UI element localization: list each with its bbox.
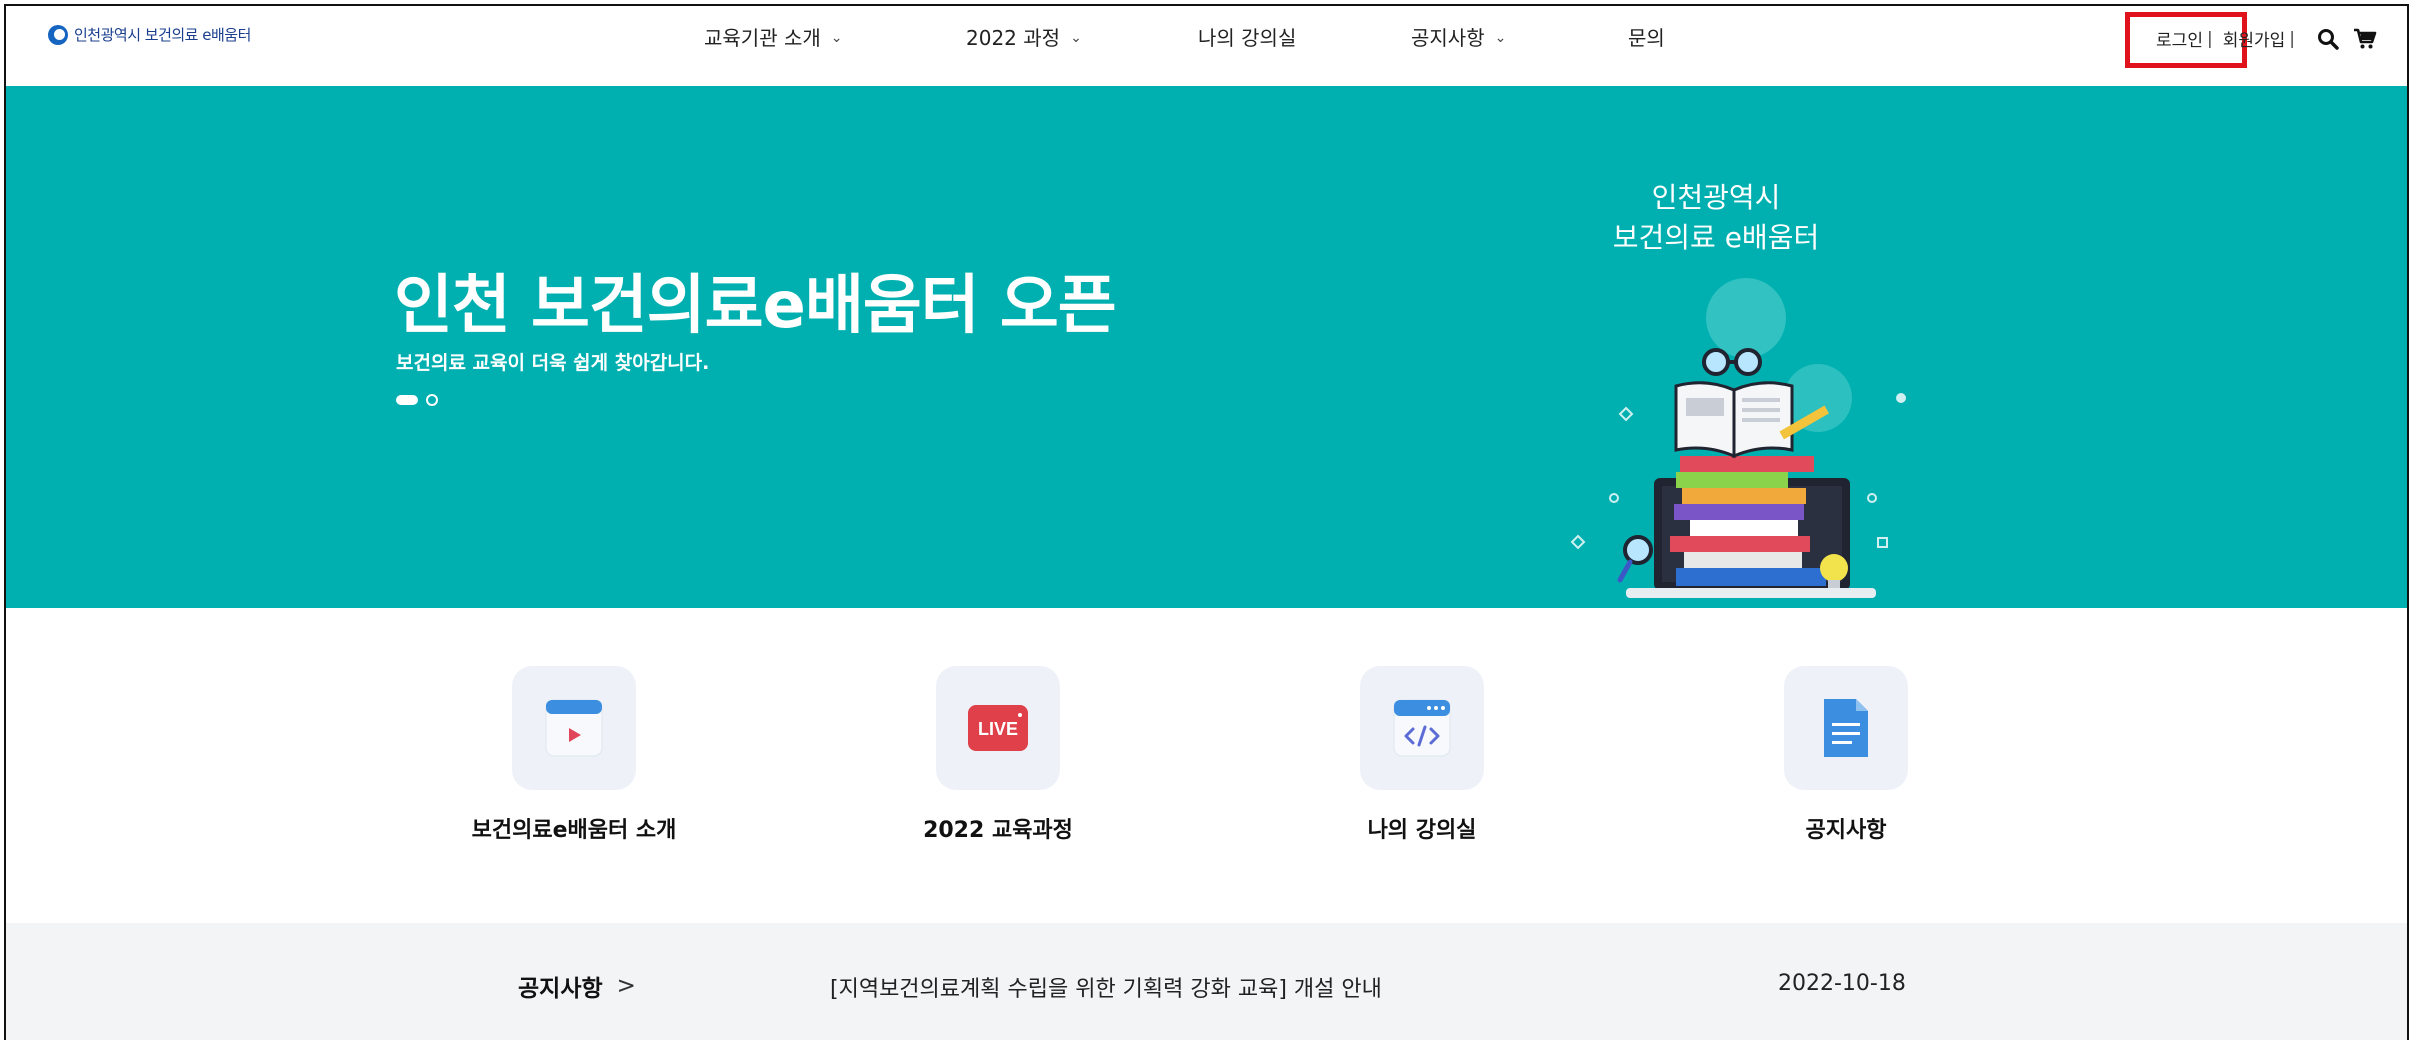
document-icon: [1784, 666, 1908, 790]
site-header: 인천광역시 보건의료 e배움터 교육기관 소개 ⌄ 2022 과정 ⌄ 나의 강…: [6, 6, 2407, 86]
nav-label: 교육기관 소개: [704, 26, 821, 50]
nav-item-notice[interactable]: 공지사항 ⌄: [1411, 22, 1506, 51]
search-icon[interactable]: [2317, 28, 2339, 50]
notice-latest-item[interactable]: [지역보건의료계획 수립을 위한 기획력 강화 교육] 개설 안내: [830, 971, 1382, 1003]
chevron-down-icon: ⌄: [1070, 29, 1082, 46]
slider-dot[interactable]: [426, 394, 438, 406]
chevron-down-icon: ⌄: [1494, 29, 1507, 46]
utility-menu: 로그인 | 회원가입 |: [2156, 26, 2377, 51]
quick-item-intro[interactable]: 보건의료e배움터 소개: [444, 666, 704, 844]
nav-item-courses[interactable]: 2022 과정 ⌄: [966, 22, 1082, 51]
nav-label: 공지사항: [1411, 26, 1485, 50]
books-laptop-illustration: [1570, 278, 1906, 598]
quick-item-label: 보건의료e배움터 소개: [471, 818, 677, 843]
video-play-icon: [512, 666, 636, 790]
code-window-icon: [1360, 666, 1484, 790]
hero-art-title: 인천광역시 보건의료 e배움터: [1606, 178, 1826, 258]
cart-icon[interactable]: [2353, 28, 2377, 50]
signup-link[interactable]: 회원가입: [2223, 26, 2286, 51]
hero-subtitle: 보건의료 교육이 더욱 쉽게 찾아갑니다.: [396, 352, 710, 374]
chevron-down-icon: ⌄: [830, 29, 843, 46]
nav-item-inquiry[interactable]: 문의: [1628, 22, 1665, 51]
separator: |: [2206, 28, 2213, 49]
notice-bar: 공지사항 > [지역보건의료계획 수립을 위한 기획력 강화 교육] 개설 안내…: [6, 923, 2407, 1040]
main-nav: 교육기관 소개 ⌄ 2022 과정 ⌄ 나의 강의실 공지사항 ⌄ 문의: [6, 22, 2407, 52]
separator: |: [2289, 28, 2295, 49]
quick-item-my-classroom[interactable]: 나의 강의실: [1292, 666, 1552, 844]
nav-label: 2022 과정: [966, 26, 1061, 50]
live-icon: LIVE: [936, 666, 1060, 790]
hero-art-title-line1: 인천광역시: [1651, 181, 1781, 214]
quick-item-label: 공지사항: [1805, 818, 1887, 843]
login-link[interactable]: 로그인: [2156, 26, 2203, 51]
nav-item-institution[interactable]: 교육기관 소개 ⌄: [704, 22, 843, 51]
notice-date: 2022-10-18: [1778, 971, 1906, 996]
notice-title: 공지사항: [518, 976, 603, 1002]
hero-banner: 인천 보건의료e배움터 오픈 보건의료 교육이 더욱 쉽게 찾아갑니다. 인천광…: [6, 86, 2407, 608]
quick-menu: 보건의료e배움터 소개 LIVE 2022 교육과정 나의 강의실 공지사항: [6, 666, 2407, 856]
quick-item-label: 2022 교육과정: [923, 818, 1073, 843]
quick-item-label: 나의 강의실: [1367, 818, 1477, 843]
live-icon-text: LIVE: [978, 719, 1018, 739]
browser-frame: 인천광역시 보건의료 e배움터 교육기관 소개 ⌄ 2022 과정 ⌄ 나의 강…: [4, 4, 2409, 1040]
quick-item-notice[interactable]: 공지사항: [1716, 666, 1976, 844]
chevron-right-icon: >: [616, 973, 636, 999]
notice-title-link[interactable]: 공지사항 >: [518, 969, 636, 1003]
nav-label: 문의: [1628, 26, 1665, 50]
nav-item-my-classroom[interactable]: 나의 강의실: [1198, 22, 1296, 51]
hero-art-title-line2: 보건의료 e배움터: [1612, 221, 1820, 254]
slider-pagination: [396, 394, 438, 406]
quick-item-courses[interactable]: LIVE 2022 교육과정: [868, 666, 1128, 844]
hero-title: 인천 보건의료e배움터 오픈: [394, 269, 1117, 343]
slider-dot-active[interactable]: [396, 395, 418, 405]
nav-label: 나의 강의실: [1198, 26, 1297, 50]
